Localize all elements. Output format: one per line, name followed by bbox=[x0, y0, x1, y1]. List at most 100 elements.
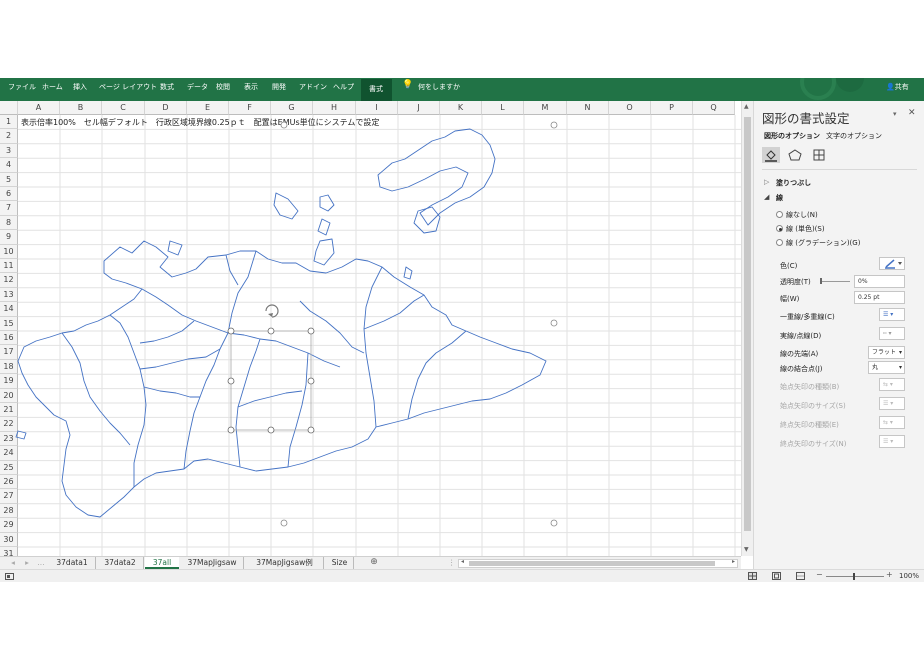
island-w bbox=[167, 240, 183, 256]
page-layout-view-icon[interactable] bbox=[772, 572, 781, 580]
pane-title: 図形の書式設定 bbox=[762, 111, 850, 126]
sheet-scroll-left-icon[interactable]: ◂ bbox=[8, 557, 18, 569]
arrow-size-icon: ☰ ▾ bbox=[883, 438, 894, 445]
tab-split-handle[interactable]: ⋮ bbox=[448, 557, 456, 569]
collapse-line-icon[interactable]: ◢ bbox=[764, 193, 769, 201]
transparency-input[interactable]: 0% bbox=[854, 275, 905, 288]
paint-bucket-icon bbox=[765, 150, 777, 162]
tab-help[interactable]: ヘルプ bbox=[333, 82, 354, 92]
width-input[interactable]: 0.25 pt bbox=[854, 291, 905, 304]
label-join: 線の結合点(J) bbox=[780, 365, 823, 373]
pentagon-effects-icon[interactable] bbox=[786, 147, 804, 163]
sheet-scroll-right-icon[interactable]: ▸ bbox=[22, 557, 32, 569]
scroll-down-icon[interactable]: ▼ bbox=[744, 546, 749, 553]
share-button[interactable]: 👤共有 bbox=[886, 82, 909, 92]
pen-color-icon bbox=[885, 259, 902, 269]
format-shape-pane: 図形の書式設定 ▾ ✕ 図形のオプション 文字のオプション ▷ 塗りつぶし ◢ … bbox=[753, 101, 924, 569]
boundary-7 bbox=[407, 330, 467, 420]
expand-fill-icon[interactable]: ▷ bbox=[764, 178, 769, 186]
lightbulb-icon: 💡 bbox=[402, 80, 414, 90]
tab-insert[interactable]: 挿入 bbox=[73, 82, 87, 92]
tab-format-label: 書式 bbox=[369, 85, 383, 93]
ribbon-tab-bar: ファイル ホーム 挿入 ページ レイアウト 数式 データ 校閲 表示 開発 アド… bbox=[0, 78, 924, 101]
zoom-slider[interactable] bbox=[826, 576, 884, 577]
island-west-1 bbox=[273, 192, 299, 220]
size-properties-icon[interactable] bbox=[810, 147, 828, 163]
tab-formulas[interactable]: 数式 bbox=[160, 82, 174, 92]
tab-page-layout[interactable]: ページ レイアウト bbox=[99, 82, 157, 92]
add-sheet-icon[interactable]: ⊕ bbox=[367, 557, 381, 569]
label-end-arrow-size: 終点矢印のサイズ(N) bbox=[780, 440, 847, 448]
zoom-level[interactable]: 100% bbox=[899, 572, 919, 580]
arrow-size-icon: ☰ ▾ bbox=[883, 400, 894, 407]
section-line[interactable]: 線 bbox=[776, 193, 783, 203]
boundary-2 bbox=[183, 332, 229, 470]
islet-far-west bbox=[15, 430, 27, 440]
tab-home[interactable]: ホーム bbox=[42, 82, 63, 92]
prefecture-map-shape[interactable] bbox=[0, 101, 741, 556]
end-arrow-type-dropdown: ⇆ ▾ bbox=[879, 416, 905, 429]
chevron-down-icon: ▾ bbox=[898, 349, 902, 356]
sheet-tab-37mapjigsaw[interactable]: 37MapJigsaw bbox=[181, 557, 244, 569]
radio-solid-line[interactable] bbox=[776, 225, 783, 232]
zoom-in-icon[interactable]: + bbox=[886, 570, 893, 579]
scroll-left-icon[interactable]: ◂ bbox=[461, 558, 464, 565]
join-dropdown[interactable]: 丸 ▾ bbox=[868, 361, 905, 374]
tab-view[interactable]: 表示 bbox=[244, 82, 258, 92]
fill-line-icon-tab[interactable] bbox=[762, 147, 780, 163]
tab-format-active[interactable]: 書式 bbox=[361, 79, 392, 101]
compound-dropdown[interactable]: ☰ ▾ bbox=[879, 308, 905, 321]
inner-selection-box[interactable] bbox=[227, 304, 315, 434]
dash-dropdown[interactable]: ┅ ▾ bbox=[879, 327, 905, 340]
sheet-tab-37all[interactable]: 37all bbox=[145, 557, 179, 569]
transparency-slider-thumb[interactable] bbox=[820, 278, 822, 284]
tab-data[interactable]: データ bbox=[187, 82, 208, 92]
sheet-tab-37data2[interactable]: 37data2 bbox=[97, 557, 144, 569]
boundary-9 bbox=[299, 300, 365, 354]
label-width: 幅(W) bbox=[780, 295, 800, 303]
tab-file[interactable]: ファイル bbox=[8, 82, 36, 92]
pane-options-dropdown-icon[interactable]: ▾ bbox=[893, 110, 897, 118]
transparency-slider[interactable] bbox=[820, 281, 850, 282]
tab-text-options[interactable]: 文字のオプション bbox=[826, 131, 882, 141]
horizontal-scrollbar[interactable]: ◂ ▸ bbox=[458, 558, 738, 568]
sheet-more-left[interactable]: ... bbox=[36, 557, 46, 569]
share-label: 共有 bbox=[894, 83, 909, 91]
label-cap: 線の先端(A) bbox=[780, 350, 819, 358]
worksheet-grid[interactable]: ABCDEFGHIJKLMNOPQ 1 2 3 4 5 6 7 8 9 10 11 12 13 14 15 1… bbox=[0, 101, 741, 556]
tell-me-box[interactable]: 何をしますか bbox=[418, 82, 460, 92]
close-icon[interactable]: ✕ bbox=[908, 108, 916, 118]
sheet-tab-size[interactable]: Size bbox=[326, 557, 354, 569]
scroll-thumb[interactable] bbox=[744, 117, 751, 531]
tab-developer[interactable]: 開発 bbox=[272, 82, 286, 92]
pane-divider bbox=[762, 169, 917, 170]
radio-gradient-line[interactable] bbox=[776, 239, 783, 246]
vertical-scrollbar[interactable]: ▲ ▼ bbox=[741, 101, 753, 556]
shape-selection-handles[interactable] bbox=[280, 121, 558, 527]
h-scroll-thumb[interactable] bbox=[469, 561, 715, 566]
compound-lines-icon: ☰ ▾ bbox=[883, 311, 894, 318]
macro-record-icon[interactable] bbox=[5, 573, 14, 580]
cap-dropdown[interactable]: フラット ▾ bbox=[868, 346, 905, 359]
tab-shape-options[interactable]: 図形のオプション bbox=[764, 131, 820, 141]
label-begin-arrow-size: 始点矢印のサイズ(S) bbox=[780, 402, 846, 410]
scroll-right-icon[interactable]: ▸ bbox=[732, 558, 735, 565]
boundary-6 bbox=[363, 294, 425, 330]
arrow-type-icon: ⇆ ▾ bbox=[883, 381, 893, 388]
scroll-up-icon[interactable]: ▲ bbox=[744, 103, 749, 110]
page-break-view-icon[interactable] bbox=[796, 572, 805, 580]
tab-addins[interactable]: アドイン bbox=[299, 82, 327, 92]
island-mid bbox=[313, 238, 335, 266]
radio-no-line[interactable] bbox=[776, 211, 783, 218]
zoom-out-icon[interactable]: − bbox=[816, 570, 823, 579]
zoom-slider-thumb[interactable] bbox=[853, 573, 855, 580]
tab-review[interactable]: 校閲 bbox=[216, 82, 230, 92]
section-fill[interactable]: 塗りつぶし bbox=[776, 178, 811, 188]
label-dash: 実線/点線(D) bbox=[780, 332, 822, 340]
width-value: 0.25 pt bbox=[858, 294, 880, 301]
normal-view-icon[interactable] bbox=[748, 572, 757, 580]
sheet-tab-37data1[interactable]: 37data1 bbox=[49, 557, 96, 569]
color-picker-button[interactable] bbox=[879, 257, 905, 270]
label-solid-line: 線 (単色)(S) bbox=[786, 225, 825, 233]
sheet-tab-37mapjigsaw-example[interactable]: 37MapJigsaw例 bbox=[246, 557, 324, 569]
